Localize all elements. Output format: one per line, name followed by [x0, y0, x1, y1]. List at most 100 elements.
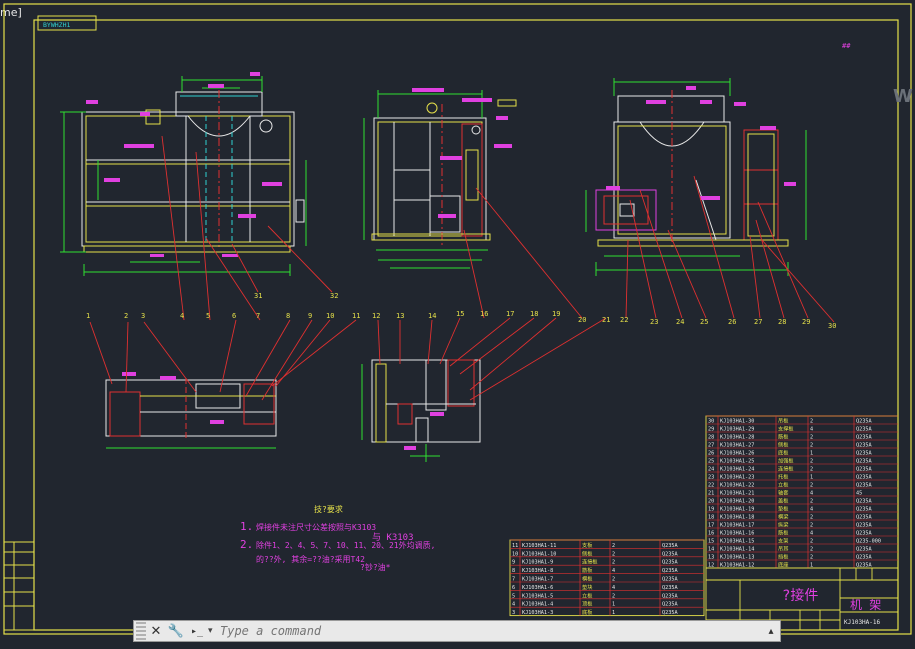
table-cell: 纵梁	[778, 521, 788, 529]
table-cell: 2	[612, 560, 615, 566]
table-cell: Q235A	[856, 483, 872, 489]
table-cell: Q235A	[856, 427, 872, 433]
table-cell: Q235A	[856, 443, 872, 449]
table-cell: KJ103HA1-25	[720, 459, 754, 465]
callout-19: 19	[552, 310, 560, 318]
table-cell: 横板	[582, 575, 593, 583]
table-cell: 13	[708, 555, 714, 561]
callout-1: 1	[86, 312, 90, 320]
detail-view-b[interactable]	[361, 359, 481, 462]
callout-9: 9	[308, 312, 312, 320]
chevron-down-icon[interactable]: ▾	[208, 626, 218, 636]
wrench-icon[interactable]: 🔧	[166, 622, 186, 640]
table-cell: Q235A	[856, 451, 872, 457]
callout-28: 28	[778, 318, 786, 326]
watermark-text: W	[893, 86, 913, 107]
table-cell: 4	[810, 507, 813, 513]
table-cell: 7	[512, 577, 515, 583]
callout-22: 22	[620, 316, 628, 324]
table-cell: 立板	[582, 591, 593, 599]
callout-4: 4	[180, 312, 184, 320]
detail-view-a[interactable]	[105, 372, 277, 449]
close-icon[interactable]: ✕	[146, 622, 166, 640]
table-cell: 2	[810, 435, 813, 441]
front-view[interactable]	[60, 72, 307, 276]
table-cell: 2	[810, 459, 813, 465]
table-cell: Q235A	[662, 551, 678, 557]
table-cell: 19	[708, 507, 714, 513]
table-cell: Q235A	[856, 555, 872, 561]
command-prompt-icon[interactable]: ▸_	[186, 623, 208, 639]
table-cell: 立板	[778, 481, 789, 489]
table-cell: 2	[810, 547, 813, 553]
table-cell: KJ103HA1-7	[522, 577, 553, 583]
table-cell: 2	[810, 515, 813, 521]
table-cell: KJ103HA1-13	[720, 555, 754, 561]
callout-14: 14	[428, 312, 436, 320]
table-cell: 17	[708, 523, 714, 529]
table-cell: 6	[512, 585, 515, 591]
top-view[interactable]	[585, 78, 807, 276]
callout-8: 8	[286, 312, 290, 320]
callout-32: 32	[330, 292, 338, 300]
callout-6: 6	[232, 312, 236, 320]
table-cell: KJ103HA1-8	[522, 568, 553, 574]
callout-13: 13	[396, 312, 404, 320]
table-cell: 10	[512, 551, 518, 557]
table-cell: Q235A	[856, 475, 872, 481]
table-cell: 29	[708, 427, 714, 433]
table-cell: KJ103HA1-4	[522, 602, 553, 608]
tech-req-heading: 技?要求	[314, 504, 343, 514]
table-cell: KJ103HA1-11	[522, 543, 556, 549]
table-cell: 筋板	[582, 566, 593, 574]
callout-16: 16	[480, 310, 488, 318]
table-cell: 1	[810, 451, 813, 457]
parts-table-left[interactable]: 11 KJ103HA1-11 支板 2 Q235A10 KJ103HA1-10 侧板 2 Q23…	[509, 539, 705, 616]
title-block-name: ?接件	[782, 587, 818, 604]
callout-11: 11	[352, 312, 360, 320]
cad-drawing[interactable]: BYWHZH1 ## 1 2 3 4 5 6 7 8 9 10 11 12 13…	[0, 0, 915, 645]
tech-req-1-number: 1.	[240, 520, 253, 533]
table-cell: KJ103HA1-15	[720, 539, 754, 545]
table-cell: KJ103HA1-6	[522, 585, 553, 591]
table-cell: 18	[708, 515, 714, 521]
callout-26: 26	[728, 318, 736, 326]
table-cell: 28	[708, 435, 714, 441]
table-cell: 底板	[582, 608, 593, 616]
chevron-up-icon[interactable]: ▴	[762, 622, 780, 640]
table-cell: 吊耳	[778, 546, 788, 553]
callout-21: 21	[602, 316, 610, 324]
table-cell: KJ103HA1-3	[522, 610, 553, 616]
callout-15: 15	[456, 310, 464, 318]
command-line-grip-handle[interactable]	[136, 622, 146, 640]
model-space-canvas[interactable]: BYWHZH1 ## 1 2 3 4 5 6 7 8 9 10 11 12 13…	[0, 0, 915, 645]
table-cell: 4	[612, 585, 615, 591]
parts-table-main[interactable]: 30 KJ103HA1-30 吊板 2 Q235A 29 KJ103HA1-29 支撑板 4 Q2…	[705, 415, 899, 569]
table-cell: KJ103HA1-10	[522, 551, 556, 557]
table-cell: 顶板	[582, 600, 593, 608]
side-view[interactable]	[363, 88, 517, 269]
table-cell: 2	[810, 539, 813, 545]
table-cell: 底板	[778, 449, 789, 457]
table-cell: 8	[512, 568, 515, 574]
table-cell: Q235A	[856, 467, 872, 473]
table-cell: 吊板	[778, 417, 789, 425]
table-cell: 2	[810, 523, 813, 529]
table-cell: 20	[708, 499, 714, 505]
table-cell: Q235A	[662, 577, 678, 583]
table-cell: KJ103HA1-17	[720, 523, 754, 529]
table-cell: 4	[810, 491, 813, 497]
table-cell: 15	[708, 539, 714, 545]
table-cell: 横梁	[778, 513, 788, 521]
tech-req-1: 焊接件未注尺寸公差按照与K3103	[256, 522, 376, 532]
table-cell: 30	[708, 419, 714, 425]
table-cell: KJ103HA1-20	[720, 499, 754, 505]
command-line-bar[interactable]: ✕ 🔧 ▸_ ▾ ▴	[133, 620, 781, 642]
technical-requirements: 技?要求 1. 焊接件未注尺寸公差按照与K3103 与 K3103 2. 除件1…	[240, 504, 435, 572]
table-cell: Q235A	[662, 543, 678, 549]
callout-29: 29	[802, 318, 810, 326]
command-input[interactable]	[218, 621, 762, 641]
table-cell: 2	[612, 577, 615, 583]
table-cell: 筋板	[778, 529, 789, 537]
table-cell: 4	[612, 568, 615, 574]
